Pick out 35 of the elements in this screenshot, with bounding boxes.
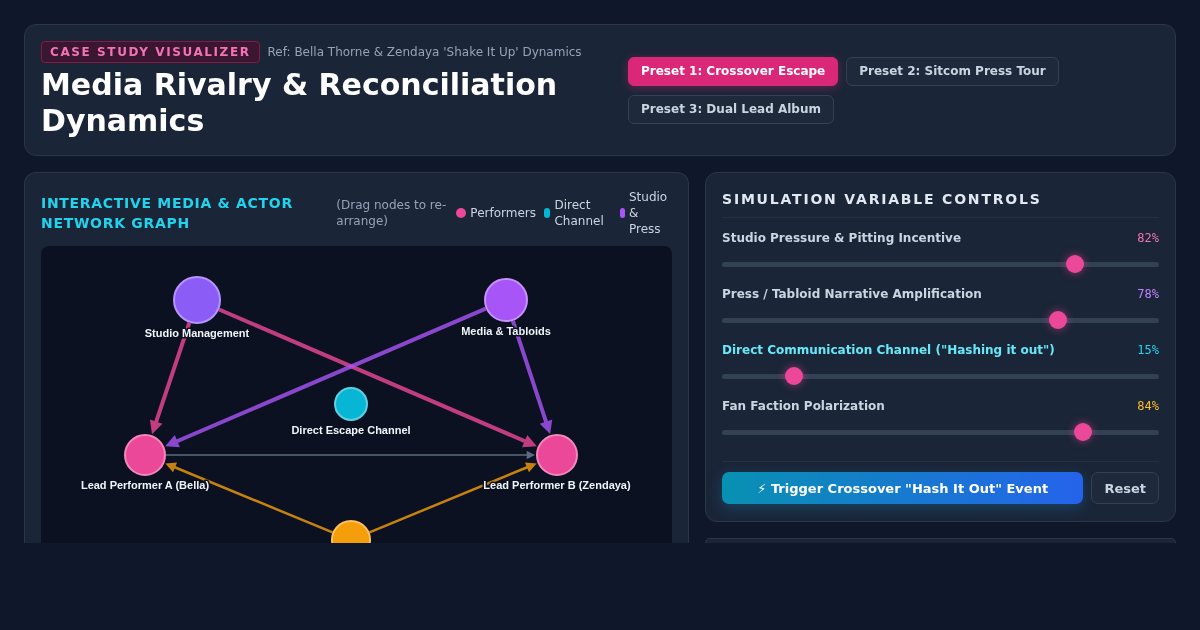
trigger-button[interactable]: ⚡ Trigger Crossover "Hash It Out" Event [722, 472, 1084, 504]
slider-thumb[interactable] [1048, 311, 1067, 329]
reset-button[interactable]: Reset [1091, 472, 1159, 504]
legend-label: Direct Channel [554, 197, 605, 229]
slider-thumb[interactable] [1073, 423, 1092, 441]
control-label: Press / Tabloid Narrative Amplification [722, 287, 982, 301]
slider-thumb[interactable] [1065, 255, 1084, 273]
graph-node[interactable] [331, 520, 371, 543]
preset-button[interactable]: Preset 3: Dual Lead Album [628, 94, 834, 124]
node-label: Lead Performer A (Bella) [80, 479, 210, 491]
node-label: Direct Escape Channel [291, 424, 411, 436]
graph-node[interactable] [484, 278, 528, 322]
control-value: 82% [1137, 231, 1159, 245]
panel-title: SIMULATION VARIABLE CONTROLS [722, 189, 1159, 218]
page-title: Media Rivalry & Reconciliation Dynamics [41, 67, 559, 139]
legend-label: Studio & Press [628, 189, 669, 237]
slider-thumb[interactable] [784, 367, 803, 385]
graph-node[interactable] [334, 387, 368, 421]
preset-button[interactable]: Preset 2: Sitcom Press Tour [846, 56, 1059, 86]
panel-title: INTERACTIVE MEDIA & ACTOR NETWORK GRAPH [41, 194, 294, 233]
control-label: Fan Faction Polarization [722, 399, 885, 413]
control-value: 78% [1137, 287, 1159, 301]
drag-hint: (Drag nodes to re-arrange) [336, 197, 448, 229]
control-label: Studio Pressure & Pitting Incentive [722, 231, 962, 245]
category-tag: CASE STUDY VISUALIZER [41, 41, 260, 63]
reference-text: Ref: Bella Thorne & Zendaya 'Shake It Up' Dynamics [267, 45, 582, 59]
graph-node[interactable] [124, 434, 166, 476]
control-label: Direct Communication Channel ("Hashing it out") [722, 343, 1055, 357]
control-value: 84% [1137, 399, 1159, 413]
preset-button[interactable]: Preset 1: Crossover Escape [628, 56, 839, 86]
control-value: 15% [1137, 343, 1159, 357]
graph-node[interactable] [173, 276, 221, 324]
node-label: Lead Performer B (Zendaya) [483, 479, 631, 491]
graph-node[interactable] [536, 434, 578, 476]
legend-label: Performers [470, 205, 536, 221]
